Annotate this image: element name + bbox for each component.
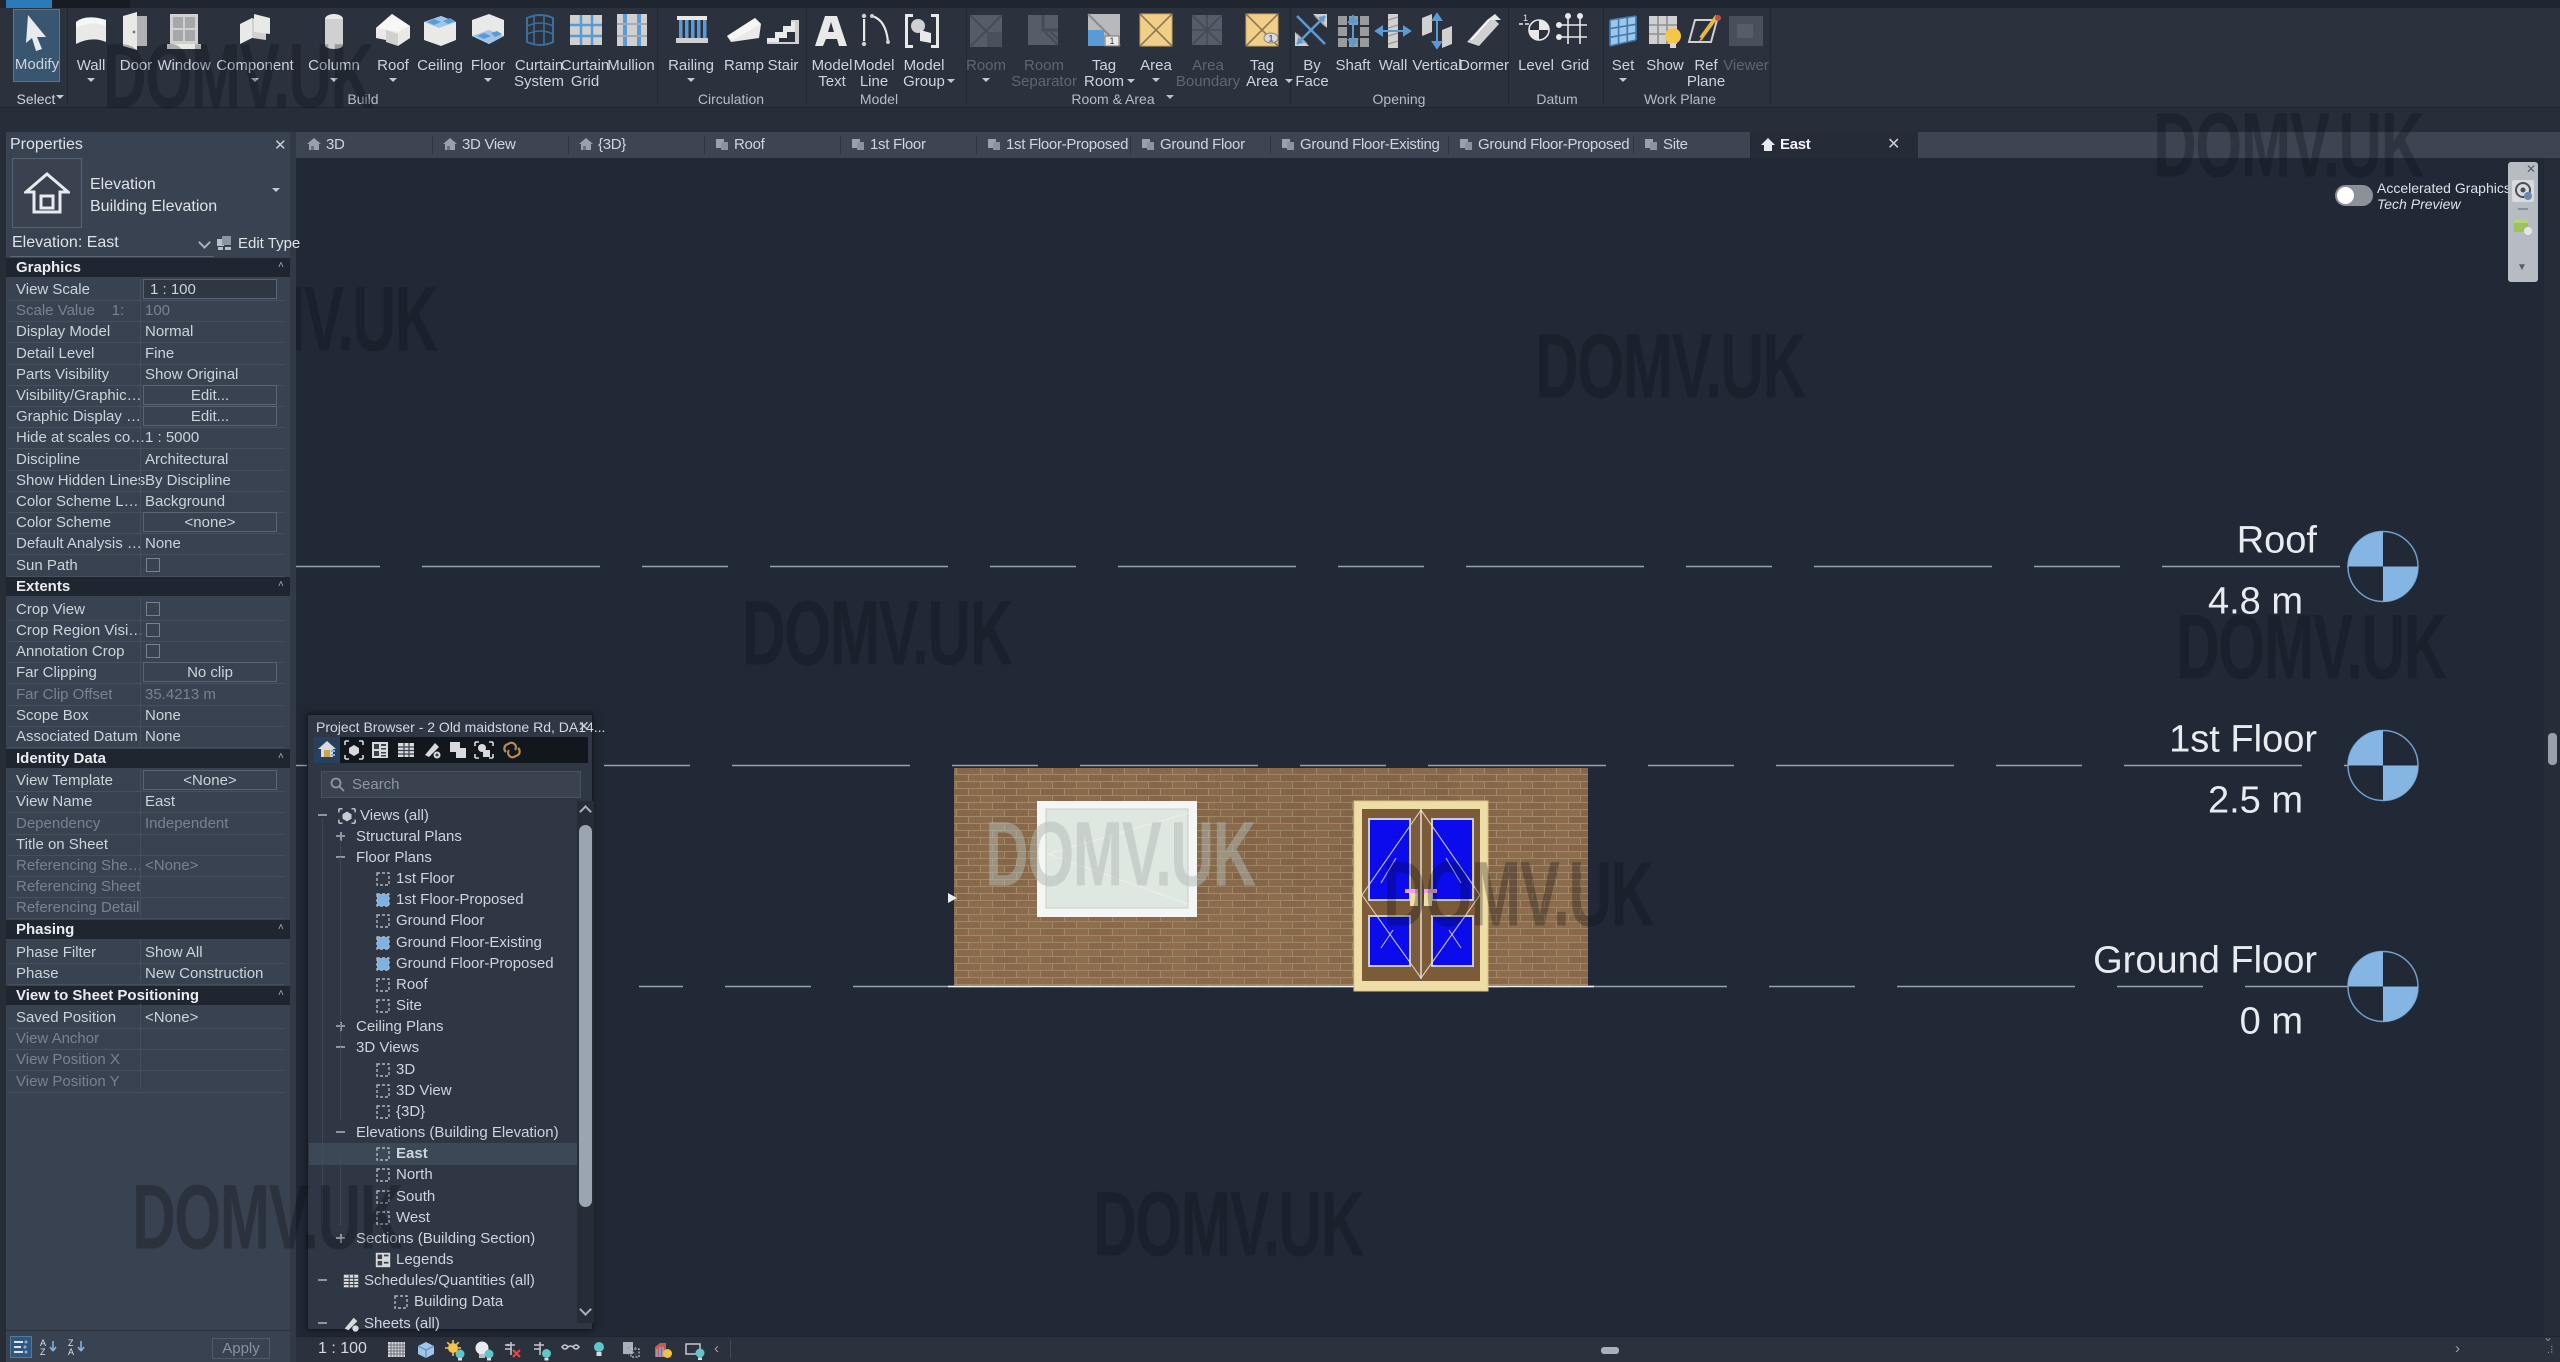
svg-text:1: 1 bbox=[1523, 13, 1528, 23]
svg-text:1st Floor: 1st Floor bbox=[2169, 719, 2317, 761]
svg-text:0 m: 0 m bbox=[2240, 1001, 2303, 1043]
svg-text:Ground Floor: Ground Floor bbox=[2093, 940, 2317, 982]
svg-text:2.5 m: 2.5 m bbox=[2208, 780, 2303, 822]
svg-text:1: 1 bbox=[1109, 36, 1114, 46]
svg-text:Roof: Roof bbox=[2237, 520, 2318, 562]
svg-text:A: A bbox=[68, 1347, 74, 1356]
svg-text:Z: Z bbox=[40, 1347, 46, 1356]
svg-text:1: 1 bbox=[1268, 34, 1273, 44]
